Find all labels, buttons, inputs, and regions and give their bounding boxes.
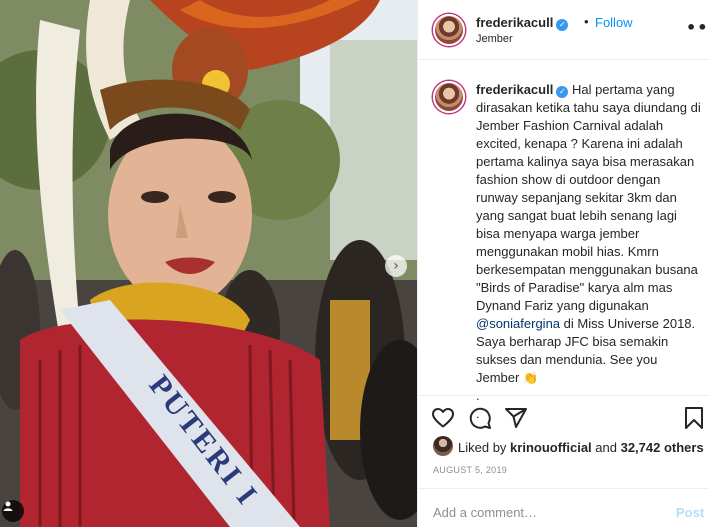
post-comment-button[interactable]: Post — [676, 505, 704, 520]
caption-avatar[interactable] — [433, 81, 465, 113]
clapping-hands-emoji: 👏 — [522, 371, 538, 385]
verified-badge-icon: ✓ — [556, 19, 569, 31]
chevron-right-icon: › — [393, 258, 399, 274]
comment-input[interactable]: Add a comment… — [433, 505, 537, 520]
post-date[interactable]: AUGUST 5, 2019 — [433, 465, 507, 475]
liker-username[interactable]: krinouofficial — [510, 440, 592, 455]
post-caption: frederikacull ✓ Hal pertama yang dirasaka… — [476, 81, 704, 423]
separator-dot: • — [584, 14, 589, 29]
likes-row: Liked by krinouofficial and 32,742 other… — [418, 433, 709, 459]
likes-summary: Liked by krinouofficial and 32,742 other… — [458, 440, 704, 455]
post-photo[interactable]: PUTERI I › — [0, 0, 417, 527]
next-image-button[interactable]: › — [385, 255, 407, 277]
location-link[interactable]: Jember — [476, 33, 513, 45]
likes-middle: and — [591, 440, 621, 455]
add-comment-bar: Add a comment… Post — [418, 488, 709, 527]
likes-count[interactable]: 32,742 others — [621, 440, 704, 455]
user-tags-button[interactable] — [2, 500, 24, 522]
caption-text-part1: Hal pertama yang dirasakan ketika tahu s… — [476, 82, 705, 313]
post-side-panel: frederikacull✓ • Follow Jember ••• frede… — [417, 0, 709, 527]
likes-prefix: Liked by — [458, 440, 511, 455]
action-bar — [418, 397, 709, 433]
post-header: frederikacull✓ • Follow Jember ••• — [418, 0, 709, 60]
heart-icon[interactable] — [431, 406, 455, 430]
header-username[interactable]: frederikacull — [476, 15, 553, 30]
user-tag-icon — [3, 501, 13, 511]
comments-section: frederikacull ✓ Hal pertama yang dirasaka… — [418, 61, 709, 421]
paper-plane-icon[interactable] — [504, 406, 528, 430]
bookmark-icon[interactable] — [682, 406, 706, 430]
comment-icon[interactable] — [468, 406, 492, 430]
photo-illustration: PUTERI I — [0, 0, 417, 527]
verified-badge-icon: ✓ — [556, 86, 569, 98]
follow-button[interactable]: Follow — [595, 15, 633, 30]
header-username-row: frederikacull ✓ — [476, 15, 569, 31]
more-options-button[interactable]: ••• — [686, 18, 709, 37]
liker-avatar[interactable] — [433, 436, 453, 456]
caption-mention[interactable]: @soniafergina — [476, 316, 560, 331]
instagram-post: PUTERI I › frederikacull ✓ • Follow Jembe… — [0, 0, 709, 527]
avatar[interactable] — [433, 14, 465, 46]
caption-username[interactable]: frederikacull — [476, 82, 553, 97]
